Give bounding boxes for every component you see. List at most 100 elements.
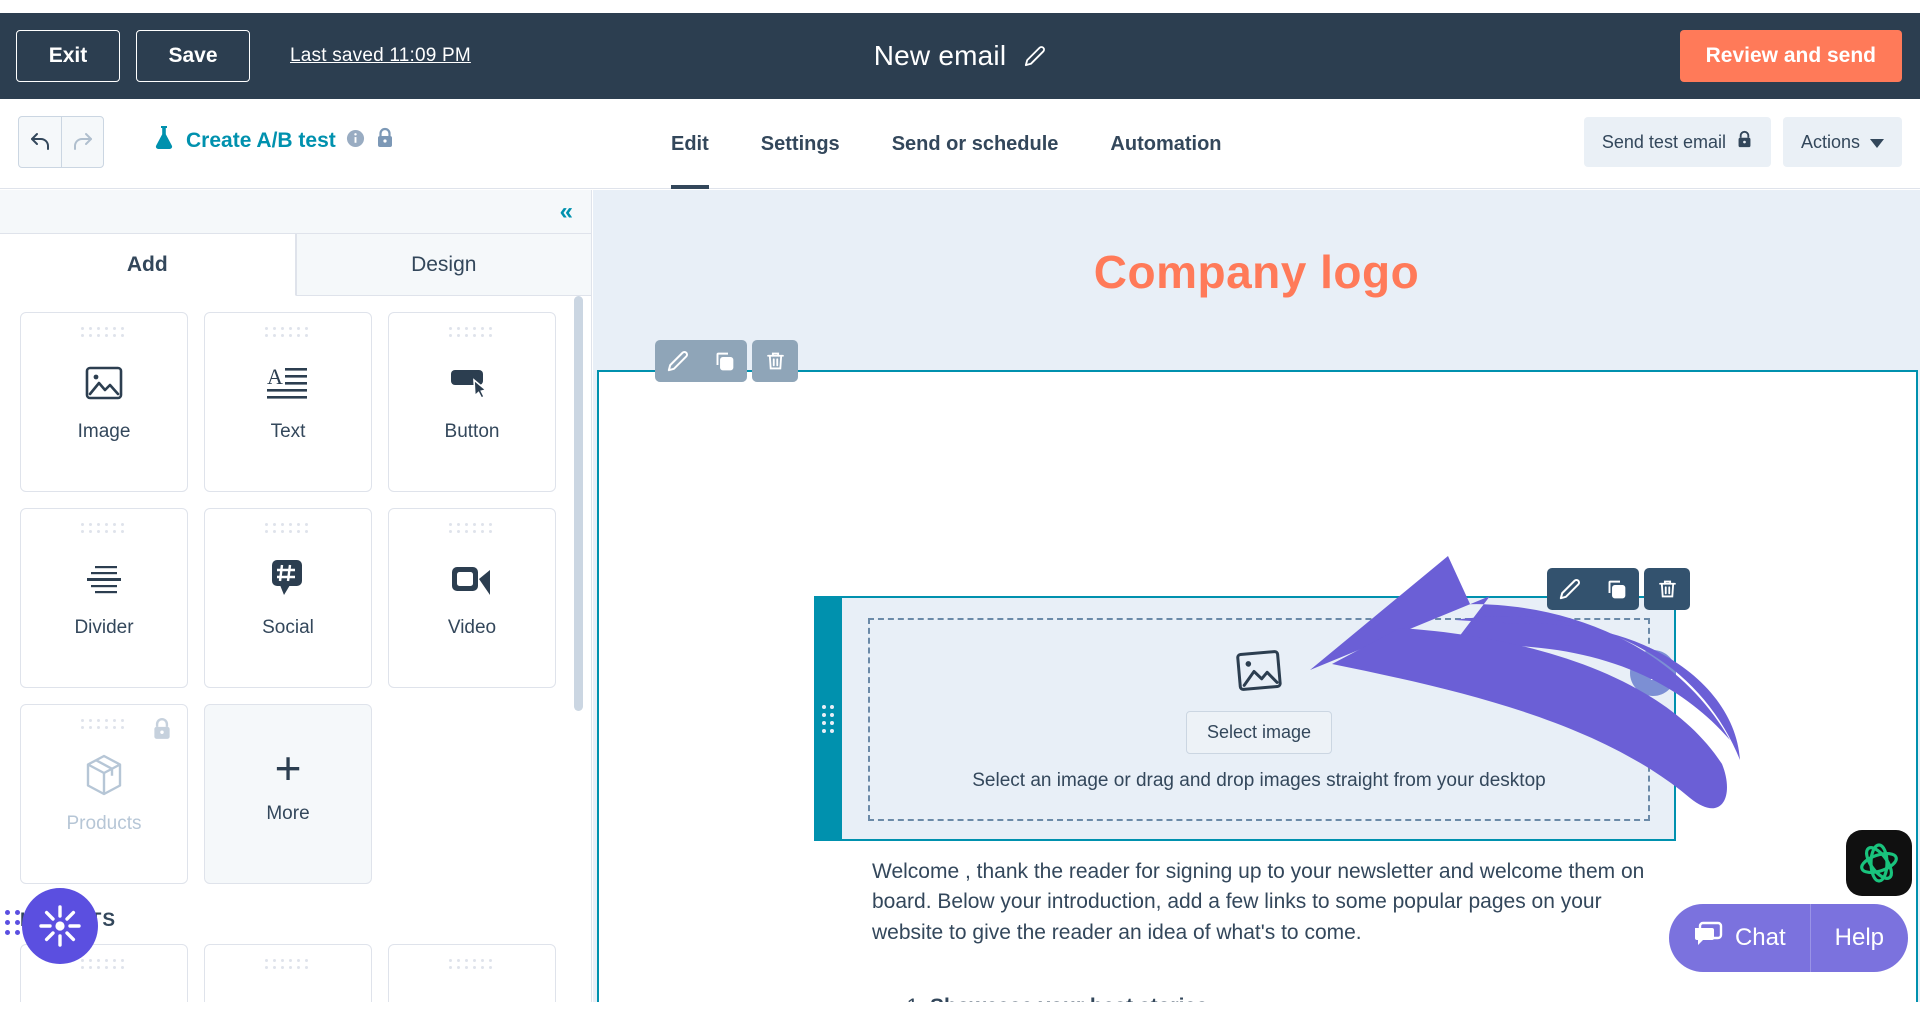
- chevron-double-left-icon[interactable]: «: [560, 199, 573, 224]
- email-title-group: New email: [0, 13, 1920, 99]
- lock-icon: [151, 717, 173, 746]
- edit-title-pencil-icon[interactable]: [1024, 45, 1046, 67]
- drag-handle-dots-icon[interactable]: [449, 327, 495, 339]
- video-icon: [450, 553, 494, 605]
- box-icon: [83, 749, 125, 801]
- email-editor-app: Exit Save Last saved 11:09 PM New email …: [0, 0, 1920, 1020]
- drag-handle-dots-icon[interactable]: [449, 959, 495, 971]
- save-button[interactable]: Save: [136, 30, 250, 82]
- tab-automation[interactable]: Automation: [1084, 99, 1247, 189]
- lock-icon: [375, 127, 395, 154]
- module-delete-button[interactable]: [1644, 568, 1690, 610]
- chat-bubble-icon: [1693, 921, 1723, 956]
- email-body-paragraph[interactable]: Welcome , thank the reader for signing u…: [872, 857, 1662, 948]
- image-dropzone[interactable]: Select image Select an image or drag and…: [868, 618, 1650, 821]
- secondary-right-buttons: Send test email Actions: [1583, 117, 1902, 167]
- module-card-social[interactable]: Social: [204, 508, 372, 688]
- section-toolbar-primary-group: [655, 340, 747, 382]
- tab-add[interactable]: Add: [0, 234, 296, 296]
- create-ab-test-button[interactable]: Create A/B test: [152, 125, 395, 156]
- dropzone-hint-text: Select an image or drag and drop images …: [972, 769, 1546, 791]
- exit-button[interactable]: Exit: [16, 30, 120, 82]
- tab-edit[interactable]: Edit: [645, 99, 735, 189]
- left-sidebar: « Add Design Image A Text Button Divider…: [0, 190, 592, 1020]
- plus-icon: +: [274, 742, 302, 794]
- module-clone-button[interactable]: [1593, 568, 1639, 610]
- chat-button[interactable]: Chat: [1669, 904, 1810, 972]
- module-label: More: [266, 803, 310, 824]
- image-info-badge[interactable]: i: [1630, 650, 1676, 696]
- editor-nav-tabs: Edit Settings Send or schedule Automatio…: [645, 99, 1248, 189]
- module-card-products[interactable]: Products: [20, 704, 188, 884]
- module-label: Divider: [74, 617, 134, 638]
- section-clone-button[interactable]: [701, 340, 747, 382]
- module-label: Video: [447, 617, 497, 638]
- bottom-spacer: [0, 1002, 1920, 1020]
- lock-icon: [1736, 130, 1753, 154]
- redo-button[interactable]: [61, 117, 103, 167]
- loading-spinner-badge[interactable]: [22, 888, 98, 964]
- chat-label: Chat: [1734, 924, 1786, 951]
- drag-handle-dots-icon[interactable]: [265, 327, 311, 339]
- widget-drag-handle[interactable]: [5, 910, 20, 935]
- drag-handle-dots-icon[interactable]: [81, 959, 127, 971]
- loading-spinner-icon: [39, 905, 81, 947]
- info-icon[interactable]: [346, 129, 365, 153]
- chevron-down-icon: [1870, 132, 1884, 153]
- drag-handle-dots-icon[interactable]: [265, 523, 311, 535]
- drag-handle-dots-icon[interactable]: [81, 523, 127, 535]
- section-toolbar-delete-group: [752, 340, 798, 382]
- select-image-button[interactable]: Select image: [1185, 710, 1333, 754]
- module-toolbar: [1547, 568, 1690, 610]
- module-card-more[interactable]: + More: [204, 704, 372, 884]
- module-label: Social: [262, 617, 314, 638]
- ai-assistant-badge[interactable]: [1846, 830, 1912, 896]
- image-icon: [84, 357, 124, 409]
- image-module[interactable]: Select image Select an image or drag and…: [814, 596, 1676, 841]
- drag-handle-dots-icon[interactable]: [81, 327, 127, 339]
- module-card-image[interactable]: Image: [20, 312, 188, 492]
- email-title: New email: [873, 40, 1007, 71]
- module-card-video[interactable]: Video: [388, 508, 556, 688]
- module-label: Text: [270, 421, 306, 442]
- tab-settings[interactable]: Settings: [735, 99, 866, 189]
- secondary-toolbar: Create A/B test Edit Settings Send or sc…: [0, 99, 1920, 189]
- sidebar-tabs: Add Design: [0, 234, 591, 296]
- tab-design[interactable]: Design: [295, 234, 591, 296]
- company-logo-text[interactable]: Company logo: [593, 190, 1920, 299]
- drag-handle-dots-icon[interactable]: [449, 523, 495, 535]
- help-button[interactable]: Help: [1809, 904, 1908, 972]
- actions-button[interactable]: Actions: [1782, 117, 1902, 167]
- module-drag-grip[interactable]: [814, 596, 842, 841]
- drag-handle-dots-icon[interactable]: [265, 959, 311, 971]
- help-label: Help: [1834, 924, 1884, 951]
- review-and-send-button[interactable]: Review and send: [1679, 30, 1902, 82]
- grip-dots-icon: [822, 704, 834, 733]
- module-label: Products: [66, 813, 142, 834]
- top-toolbar: Exit Save Last saved 11:09 PM New email …: [0, 13, 1920, 99]
- module-card-text[interactable]: A Text: [204, 312, 372, 492]
- layouts-section-header: LAYOUTS: [20, 910, 572, 932]
- divider-icon: [85, 553, 123, 605]
- undo-button[interactable]: [19, 117, 61, 167]
- atom-icon: [1860, 843, 1898, 883]
- tab-send-or-schedule[interactable]: Send or schedule: [866, 99, 1085, 189]
- send-test-email-label: Send test email: [1601, 131, 1726, 152]
- module-toolbar-primary-group: [1547, 568, 1639, 610]
- module-card-button[interactable]: Button: [388, 312, 556, 492]
- image-icon: [1235, 648, 1283, 699]
- drag-handle-dots-icon[interactable]: [81, 719, 127, 731]
- module-toolbar-delete-group: [1644, 568, 1690, 610]
- email-canvas: Company logo Select image Select an imag…: [593, 190, 1920, 1020]
- module-edit-button[interactable]: [1547, 568, 1593, 610]
- module-label: Button: [444, 421, 500, 442]
- last-saved-label[interactable]: Last saved 11:09 PM: [290, 45, 471, 67]
- paragraph-text: Welcome , thank the reader for signing u…: [872, 860, 1645, 944]
- sidebar-scrollbar[interactable]: [574, 296, 583, 1020]
- module-card-divider[interactable]: Divider: [20, 508, 188, 688]
- scrollbar-thumb[interactable]: [574, 296, 583, 711]
- send-test-email-button[interactable]: Send test email: [1583, 117, 1771, 167]
- undo-redo-group: [18, 116, 104, 168]
- section-delete-button[interactable]: [752, 340, 798, 382]
- section-edit-button[interactable]: [655, 340, 701, 382]
